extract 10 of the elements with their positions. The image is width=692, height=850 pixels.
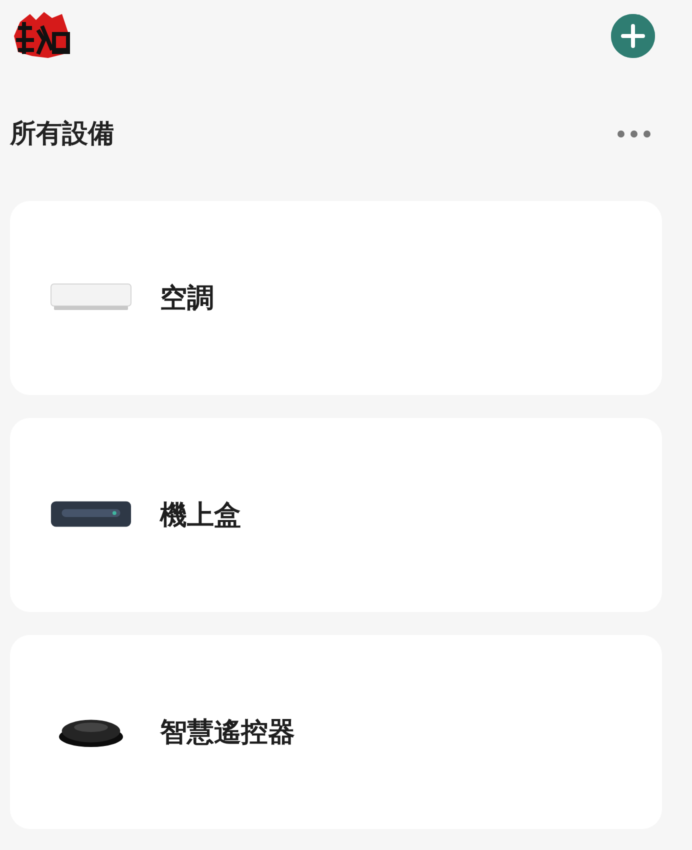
device-name: 機上盒 (160, 499, 241, 533)
logo-icon (12, 10, 72, 60)
device-name: 空調 (160, 282, 214, 316)
section-title: 所有設備 (10, 118, 114, 151)
device-name: 智慧遙控器 (160, 716, 295, 750)
device-card[interactable]: 空調 (10, 201, 662, 395)
more-icon[interactable] (617, 130, 651, 138)
add-button[interactable] (611, 14, 655, 58)
device-card[interactable]: 機上盒 (10, 418, 662, 612)
device-card[interactable]: 智慧遙控器 (10, 635, 662, 829)
